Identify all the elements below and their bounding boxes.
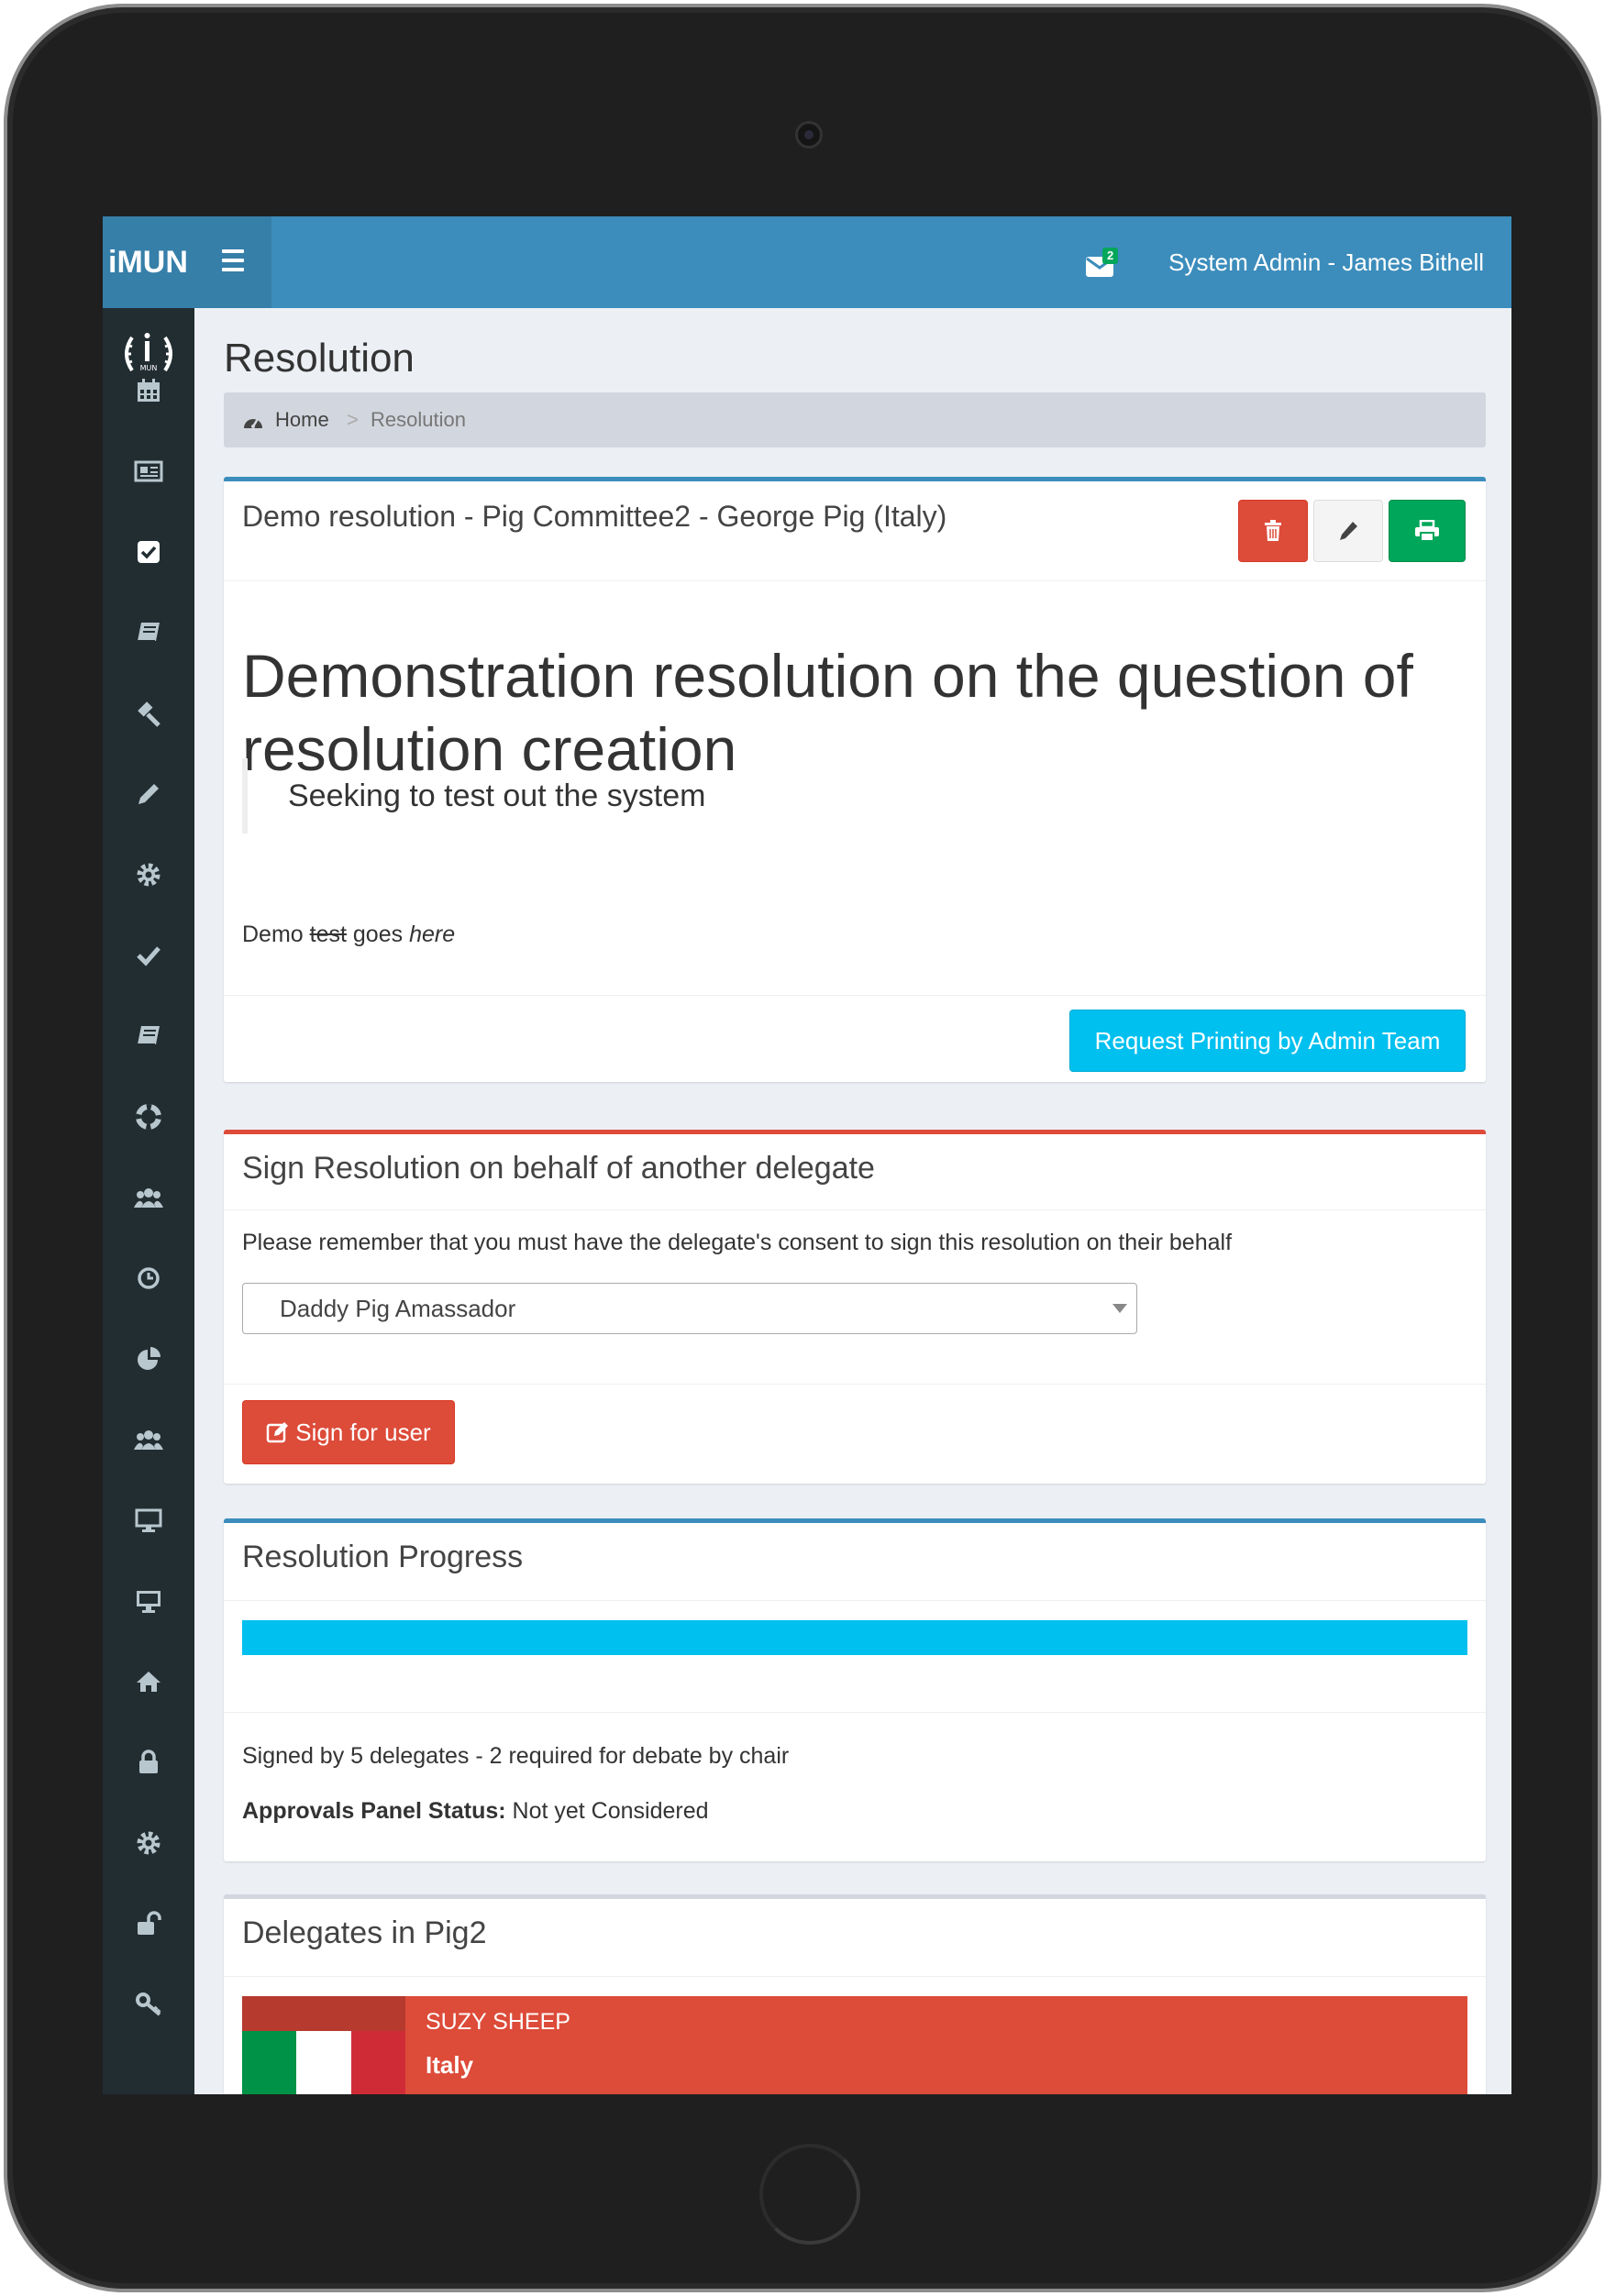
home-icon[interactable] [132,1665,165,1698]
resolution-blockquote: Seeking to test out the system [242,758,705,833]
divider [224,1976,1486,1977]
cog-icon[interactable] [132,858,165,891]
delegates-box: Delegates in Pig2 SUZY SHEEP Italy [224,1894,1486,2094]
resolution-box: Demo resolution - Pig Committee2 - Georg… [224,477,1486,1082]
lock-icon[interactable] [132,1746,165,1779]
life-ring-icon[interactable] [132,1100,165,1133]
breadcrumb: Home > Resolution [224,392,1486,447]
body-struck-text: test [309,922,347,947]
divider [224,1209,1486,1210]
pie-chart-icon[interactable] [132,1342,165,1375]
key-icon[interactable] [132,1988,165,2021]
breadcrumb-home[interactable]: Home [242,392,329,447]
gavel-icon[interactable] [132,697,165,730]
check-square-icon[interactable] [132,535,165,568]
dashboard-icon [244,418,262,428]
consent-note: Please remember that you must have the d… [242,1230,1233,1255]
trash-icon [1265,520,1281,541]
newspaper-icon[interactable] [132,455,165,488]
calendar-icon[interactable] [132,374,165,407]
svg-text:MUN: MUN [140,364,158,372]
delegate-select[interactable]: Daddy Pig Amassador [242,1283,1137,1334]
sign-title: Sign Resolution on behalf of another del… [242,1151,875,1186]
unlock-icon[interactable] [132,1907,165,1940]
flag-header [242,1996,405,2031]
body-text: Demo [242,922,304,947]
approval-status-label: Approvals Panel Status: [242,1798,506,1824]
approval-status: Approvals Panel Status: Not yet Consider… [242,1798,709,1825]
sign-for-user-label: Sign for user [295,1418,431,1446]
user-menu[interactable]: System Admin - James Bithell [1168,216,1484,308]
check-icon[interactable] [132,939,165,972]
signed-count-text: Signed by 5 delegates - 2 required for d… [242,1743,790,1769]
body-text: goes [352,922,404,947]
progress-box: Resolution Progress Signed by 5 delegate… [224,1518,1486,1861]
italy-flag [242,2031,405,2094]
pencil-icon [1340,522,1357,540]
delegate-country: Italy [426,2051,474,2079]
pencil-icon[interactable] [132,778,165,811]
cog-icon[interactable] [132,1827,165,1860]
camera-icon [795,121,823,149]
main-content: Resolution Home > Resolution Demo resolu… [194,308,1511,2094]
screen: iMUN 2 System Admin - James Bithell MUN [103,216,1511,2094]
resolution-progress-bar [242,1620,1467,1655]
request-printing-button[interactable]: Request Printing by Admin Team [1069,1010,1466,1072]
users-icon[interactable] [132,1181,165,1214]
menu-toggle-icon[interactable] [222,249,244,273]
resolution-header: Demo resolution - Pig Committee2 - Georg… [242,500,947,533]
messages-button[interactable]: 2 [1080,248,1126,284]
top-navbar: iMUN 2 System Admin - James Bithell [103,216,1511,308]
breadcrumb-home-label: Home [275,408,329,431]
tablet-frame: iMUN 2 System Admin - James Bithell MUN [4,4,1601,2292]
divider [224,1712,1486,1713]
delegates-title: Delegates in Pig2 [242,1915,487,1950]
app-logo[interactable]: iMUN [103,216,271,308]
message-count-badge: 2 [1102,248,1119,264]
home-button [759,2144,860,2245]
imun-laurel-logo[interactable]: MUN [119,328,178,380]
edit-icon [267,1422,289,1443]
breadcrumb-current: Resolution [371,408,466,431]
dropdown-arrow-icon [1112,1304,1127,1313]
breadcrumb-separator: > [347,408,359,431]
delegate-select-value: Daddy Pig Amassador [280,1295,516,1322]
desktop-icon[interactable] [132,1504,165,1537]
desktop-icon[interactable] [132,1584,165,1617]
sign-for-user-button[interactable]: Sign for user [242,1400,455,1464]
book-icon[interactable] [132,616,165,649]
approval-status-value: Not yet Considered [512,1798,709,1824]
resolution-body: Demo test goes here [242,922,455,948]
book-icon[interactable] [132,1020,165,1053]
progress-title: Resolution Progress [242,1540,524,1574]
print-icon [1415,520,1439,542]
divider [224,1600,1486,1601]
divider [224,995,1486,996]
print-button[interactable] [1389,500,1466,562]
clock-icon[interactable] [132,1262,165,1295]
divider [224,580,1486,581]
divider [224,1384,1486,1385]
body-italic-text: here [409,922,456,947]
edit-button[interactable] [1313,500,1383,562]
users-icon[interactable] [132,1423,165,1456]
delegate-name: SUZY SHEEP [426,2009,570,2035]
sign-box: Sign Resolution on behalf of another del… [224,1130,1486,1484]
delegate-card[interactable]: SUZY SHEEP Italy [242,1996,1467,2094]
page-title: Resolution [224,336,415,381]
sidebar: MUN [103,308,194,2094]
delete-button[interactable] [1238,500,1308,562]
